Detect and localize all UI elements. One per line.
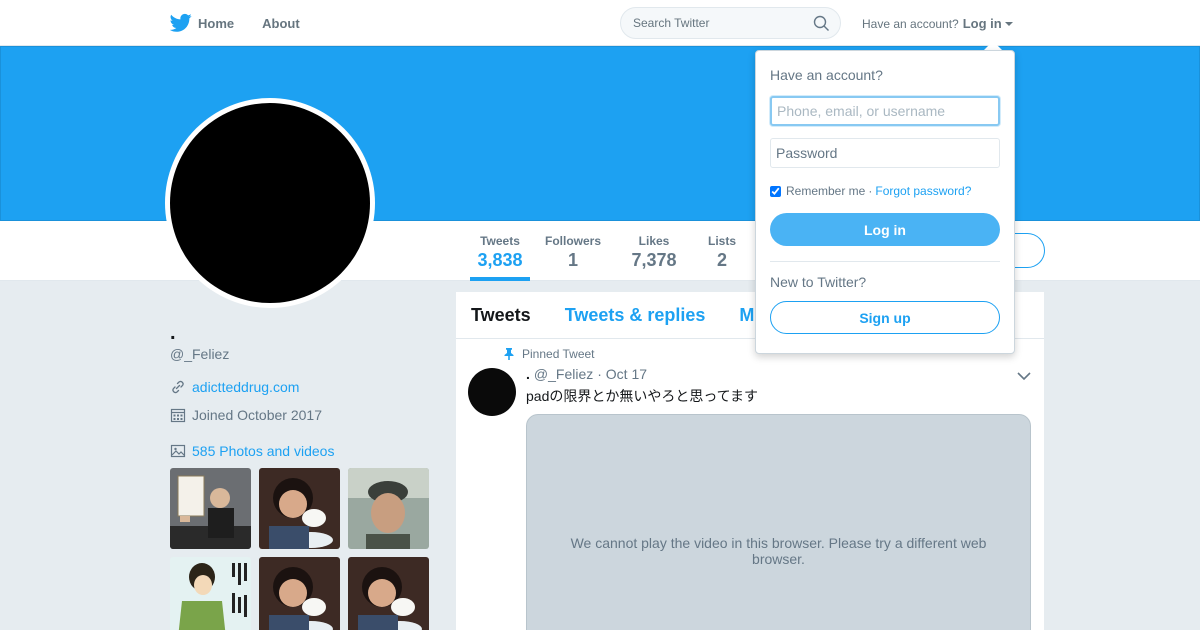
stat-tweets-label: Tweets [480,234,520,248]
pinned-tweet-label: Pinned Tweet [504,347,595,361]
search-box[interactable] [620,7,841,39]
stat-likes-label: Likes [638,234,670,248]
home-link[interactable]: Home [170,13,234,33]
username-field[interactable] [770,96,1000,126]
profile-handle[interactable]: @_Feliez [170,346,229,362]
have-account: Have an account? Log in [862,16,1013,31]
photos-videos-label: 585 Photos and videos [192,443,335,459]
image-icon [170,444,186,458]
chevron-down-icon[interactable] [1016,368,1032,384]
search-icon[interactable] [813,15,830,32]
profile-avatar[interactable] [165,98,375,308]
have-account-text: Have an account? [862,16,959,31]
remember-row: Remember me · Forgot password? [770,184,971,198]
remember-label: Remember me [786,184,866,198]
media-thumb-man-cap[interactable] [348,468,429,549]
top-nav-bar: Home About Have an account? Log in [0,0,1200,46]
search-input[interactable] [633,16,803,30]
stat-followers-label: Followers [544,234,601,248]
remember-checkbox[interactable] [770,185,781,197]
twitter-bird-icon [170,13,192,32]
tab-tweets-replies[interactable]: Tweets & replies [565,305,706,326]
dropdown-arrow [984,41,1002,50]
media-thumb-girl-rice[interactable] [348,557,429,630]
tweet-author-name[interactable]: . [526,366,530,382]
video-player[interactable]: We cannot play the video in this browser… [526,414,1031,630]
calendar-icon [170,408,186,423]
website-link[interactable]: adictteddrug.com [192,379,299,395]
joined-text: Joined October 2017 [192,407,322,423]
stat-lists[interactable]: Lists 2 [702,221,742,281]
password-field[interactable] [770,138,1000,168]
stat-followers[interactable]: Followers 1 [543,221,603,281]
about-link[interactable]: About [262,16,300,31]
link-icon [172,380,184,394]
about-link-label: About [262,15,300,31]
tab-media[interactable]: M [739,305,754,326]
stat-tweets[interactable]: Tweets 3,838 [470,221,530,281]
pinned-text: Pinned Tweet [522,347,595,361]
login-dropdown-toggle[interactable]: Log in [963,16,1013,31]
avatar-image [170,103,370,303]
tweet-text: padの限界とか無いやろと思ってます [526,388,758,404]
media-thumb-girl-rice[interactable] [259,557,340,630]
profile-joined: Joined October 2017 [170,407,322,423]
media-thumb-girl-rice[interactable] [259,468,340,549]
nav-left: Home About [170,0,328,46]
tab-tweets[interactable]: Tweets [471,305,531,326]
tweet-header: . @_Feliez · Oct 17 [526,366,647,382]
login-toggle-label: Log in [962,16,1002,31]
login-dropdown: Have an account? Remember me · Forgot pa… [755,50,1015,354]
stat-lists-label: Lists [707,234,736,248]
video-unsupported-message: We cannot play the video in this browser… [570,535,987,567]
tweet-date[interactable]: · Oct 17 [597,366,647,382]
home-link-label: Home [198,15,235,31]
separator-dot: · [868,184,873,198]
media-thumb-sign[interactable] [170,468,251,549]
stat-tweets-value: 3,838 [477,250,523,270]
profile-name[interactable]: . [170,322,176,345]
caret-down-icon [1004,21,1013,26]
forgot-password-link[interactable]: Forgot password? [875,184,971,198]
profile-website: adictteddrug.com [170,379,299,395]
stat-likes-value: 7,378 [631,250,677,270]
photos-videos-link[interactable]: 585 Photos and videos [170,443,334,459]
tweet-author-handle[interactable]: @_Feliez [534,366,593,382]
stat-lists-value: 2 [716,250,727,270]
dropdown-divider [770,261,1000,262]
stat-likes[interactable]: Likes 7,378 [624,221,684,281]
dropdown-title: Have an account? [770,67,883,83]
pin-icon [504,348,514,360]
media-thumbnails [170,468,430,630]
login-button[interactable]: Log in [770,213,1000,246]
tweet-avatar[interactable] [468,368,516,416]
new-to-twitter: New to Twitter? [770,274,867,290]
signup-button[interactable]: Sign up [770,301,1000,334]
stat-followers-value: 1 [567,250,578,270]
media-thumb-manga[interactable] [170,557,251,630]
